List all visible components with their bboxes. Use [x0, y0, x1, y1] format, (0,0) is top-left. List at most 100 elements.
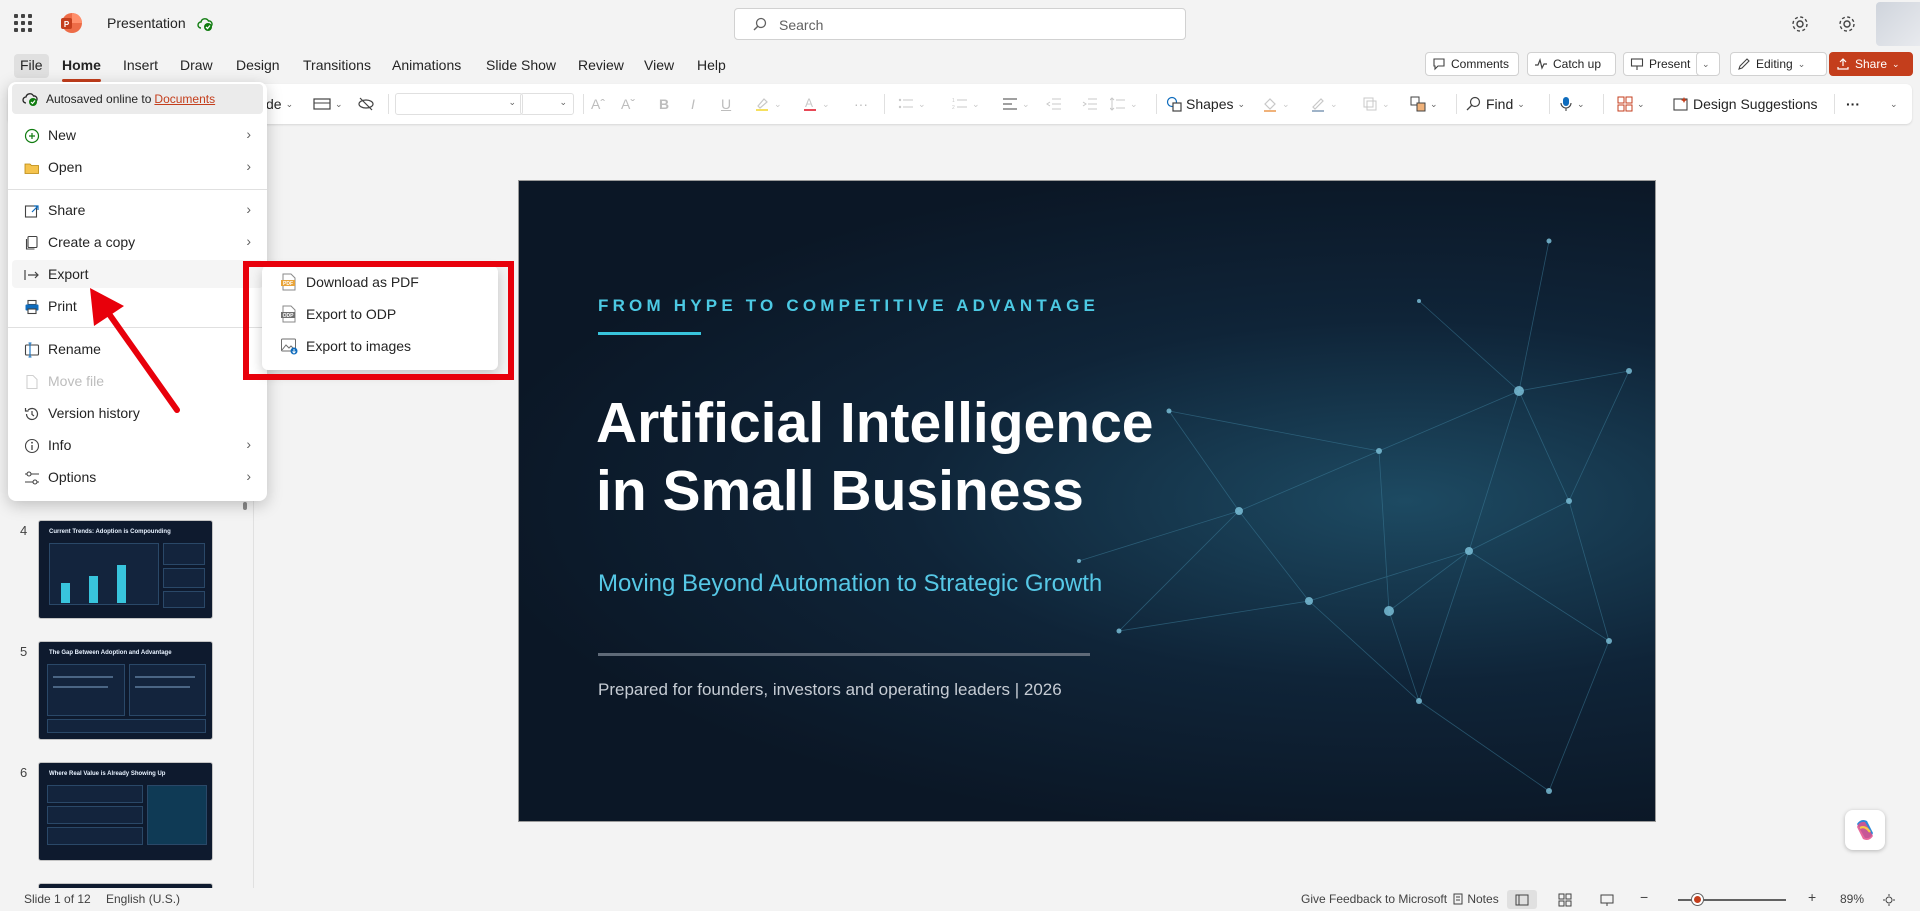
italic-button[interactable]: I [691, 94, 695, 114]
tab-help[interactable]: Help [691, 54, 732, 78]
section-button[interactable]: ⌄ [313, 94, 343, 114]
slide-thumbnail-5[interactable]: The Gap Between Adoption and Advantage [38, 641, 213, 740]
font-size-select[interactable]: ⌄ [520, 93, 574, 115]
tab-slide-show[interactable]: Slide Show [480, 54, 562, 78]
arrange-button[interactable]: ⌄ [1410, 94, 1438, 114]
reading-view-icon[interactable] [1600, 893, 1614, 907]
slide-footer-text[interactable]: Prepared for founders, investors and ope… [598, 680, 1062, 700]
numbered-list-icon: 12 [952, 98, 967, 111]
decrease-font-button[interactable]: Aˇ [621, 94, 635, 114]
slide-canvas[interactable]: FROM HYPE TO COMPETITIVE ADVANTAGE Artif… [518, 180, 1656, 822]
normal-view-button[interactable] [1507, 890, 1537, 909]
file-menu-item-print[interactable]: Print [12, 292, 263, 320]
zoom-out-button[interactable]: − [1640, 889, 1648, 905]
line-spacing-button[interactable]: ⌄ [1110, 94, 1138, 114]
feedback-link[interactable]: Give Feedback to Microsoft [1301, 892, 1447, 906]
collapse-ribbon-button[interactable]: ⌄ [1890, 94, 1898, 114]
avatar[interactable] [1876, 2, 1920, 46]
present-options-button[interactable]: ⌄ [1696, 52, 1720, 76]
file-menu-item-version-history[interactable]: Version history [12, 399, 263, 427]
file-menu-item-new[interactable]: New › [12, 121, 263, 149]
rename-icon [24, 342, 40, 358]
find-button[interactable]: Find ⌄ [1466, 94, 1525, 114]
search-box[interactable] [734, 8, 1186, 40]
settings-gear-icon[interactable] [1790, 14, 1810, 34]
zoom-in-button[interactable]: + [1808, 889, 1816, 905]
autosave-status: Autosaved online to Documents [12, 84, 263, 114]
file-menu-item-info[interactable]: Info › [12, 431, 263, 459]
tab-design[interactable]: Design [230, 54, 286, 78]
tab-review[interactable]: Review [572, 54, 630, 78]
comments-button[interactable]: Comments [1425, 52, 1519, 76]
tab-animations[interactable]: Animations [386, 54, 467, 78]
design-suggestions-button[interactable]: Design Suggestions [1673, 94, 1818, 114]
tab-home[interactable]: Home [56, 54, 107, 82]
slide-sorter-icon[interactable] [1558, 893, 1572, 907]
slide-subtitle[interactable]: Moving Beyond Automation to Strategic Gr… [598, 570, 1102, 598]
slide-divider [598, 653, 1090, 656]
more-options-button[interactable]: ··· [1846, 94, 1860, 114]
language-indicator[interactable]: English (U.S.) [106, 892, 180, 906]
font-color-button[interactable]: A ⌄ [802, 94, 830, 114]
align-button[interactable]: ⌄ [1002, 94, 1030, 114]
catch-up-button[interactable]: Catch up [1527, 52, 1616, 76]
file-menu-item-share[interactable]: Share › [12, 196, 263, 224]
tab-view[interactable]: View [638, 54, 680, 78]
zoom-level[interactable]: 89% [1840, 892, 1864, 906]
file-menu-item-options[interactable]: Options › [12, 463, 263, 491]
gear-icon[interactable] [1837, 14, 1857, 34]
download-as-pdf-item[interactable]: PDF Download as PDF [270, 268, 490, 296]
thumbnail-scrollbar[interactable] [243, 502, 247, 510]
zoom-slider-knob[interactable] [1692, 894, 1703, 905]
more-font-options-button[interactable]: ··· [854, 94, 868, 114]
chevron-down-icon: ⌄ [1577, 98, 1585, 109]
shape-effects-button[interactable]: ⌄ [1362, 94, 1390, 114]
export-to-odp-item[interactable]: ODP Export to ODP [270, 300, 490, 328]
tab-draw[interactable]: Draw [174, 54, 219, 78]
tab-file[interactable]: File [14, 54, 49, 78]
image-file-icon [281, 338, 298, 355]
shape-fill-button[interactable]: ⌄ [1262, 94, 1290, 114]
slide-kicker[interactable]: FROM HYPE TO COMPETITIVE ADVANTAGE [598, 296, 1099, 316]
shape-outline-button[interactable]: ⌄ [1310, 94, 1338, 114]
file-menu-item-rename[interactable]: Rename [12, 335, 263, 363]
slide-thumbnail-6[interactable]: Where Real Value is Already Showing Up [38, 762, 213, 861]
increase-indent-button[interactable] [1082, 94, 1098, 114]
file-menu-item-create-copy[interactable]: Create a copy › [12, 228, 263, 256]
designer-gallery-button[interactable]: ⌄ [1617, 94, 1645, 114]
file-menu-item-open[interactable]: Open › [12, 153, 263, 181]
increase-font-button[interactable]: Aˆ [591, 94, 605, 114]
search-input[interactable] [779, 15, 1159, 35]
tab-insert[interactable]: Insert [117, 54, 164, 78]
hide-slide-button[interactable] [357, 94, 375, 114]
menu-item-label: Info [48, 437, 72, 453]
file-menu-item-export[interactable]: Export [12, 260, 263, 288]
numbering-button[interactable]: 12 ⌄ [952, 94, 980, 114]
documents-link[interactable]: Documents [154, 92, 215, 106]
bullets-button[interactable]: ⌄ [898, 94, 926, 114]
notes-button[interactable]: Notes [1452, 892, 1499, 906]
dictate-button[interactable]: ⌄ [1559, 94, 1585, 114]
slide-title[interactable]: Artificial Intelligence in Small Busines… [596, 389, 1153, 525]
slide-title-line-1: Artificial Intelligence [596, 391, 1154, 455]
highlight-button[interactable]: ⌄ [754, 94, 782, 114]
font-family-select[interactable]: ⌄ [395, 93, 523, 115]
app-launcher-icon[interactable] [14, 14, 32, 32]
export-to-images-item[interactable]: Export to images [270, 332, 490, 360]
slide-thumbnail-4[interactable]: Current Trends: Adoption is Compounding [38, 520, 213, 619]
underline-button[interactable]: U [721, 94, 731, 114]
decrease-indent-button[interactable] [1046, 94, 1062, 114]
odp-file-icon: ODP [281, 305, 296, 323]
tab-transitions[interactable]: Transitions [297, 54, 377, 78]
share-button[interactable]: Share ⌄ [1829, 52, 1913, 76]
fit-to-window-icon[interactable] [1882, 893, 1896, 907]
chevron-down-icon: ⌄ [972, 98, 980, 109]
layout-button[interactable]: de ⌄ [266, 94, 293, 114]
copilot-button[interactable] [1845, 810, 1885, 850]
document-title[interactable]: Presentation [107, 15, 186, 31]
cloud-saved-icon[interactable] [197, 16, 213, 32]
editing-mode-button[interactable]: Editing ⌄ [1730, 52, 1827, 76]
title-bar: P Presentation [0, 0, 1920, 48]
bold-button[interactable]: B [659, 94, 669, 114]
shapes-button[interactable]: Shapes ⌄ [1166, 94, 1245, 114]
